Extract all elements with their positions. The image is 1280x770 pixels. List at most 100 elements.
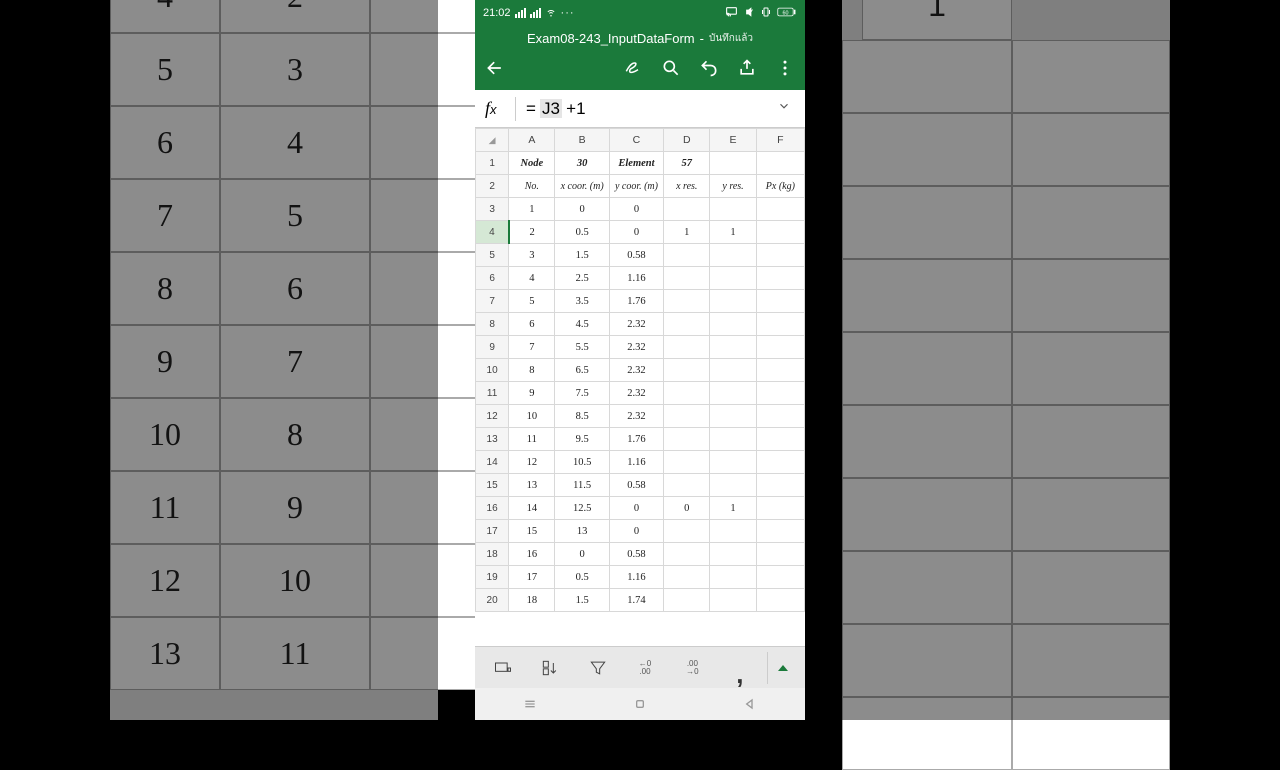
cell[interactable] bbox=[756, 382, 804, 405]
cell[interactable]: 6.5 bbox=[555, 359, 609, 382]
cell[interactable] bbox=[710, 428, 756, 451]
cell[interactable] bbox=[756, 244, 804, 267]
more-menu-icon[interactable] bbox=[775, 58, 795, 83]
cell[interactable]: 2.32 bbox=[609, 313, 663, 336]
cell[interactable] bbox=[664, 543, 710, 566]
cell[interactable] bbox=[664, 405, 710, 428]
cell[interactable] bbox=[756, 474, 804, 497]
cell[interactable]: 5.5 bbox=[555, 336, 609, 359]
cell[interactable] bbox=[710, 474, 756, 497]
home-button[interactable] bbox=[632, 696, 648, 712]
cell[interactable] bbox=[756, 198, 804, 221]
cell[interactable] bbox=[710, 589, 756, 612]
cell[interactable] bbox=[664, 382, 710, 405]
cell[interactable] bbox=[756, 451, 804, 474]
cell[interactable]: 14 bbox=[509, 497, 555, 520]
undo-icon[interactable] bbox=[699, 58, 719, 83]
row-header[interactable]: 12 bbox=[476, 405, 509, 428]
cell[interactable]: 1.5 bbox=[555, 244, 609, 267]
cell[interactable]: 0.58 bbox=[609, 244, 663, 267]
row-header[interactable]: 8 bbox=[476, 313, 509, 336]
row-header[interactable]: 15 bbox=[476, 474, 509, 497]
row-header[interactable]: 7 bbox=[476, 290, 509, 313]
row-header[interactable]: 3 bbox=[476, 198, 509, 221]
cell[interactable] bbox=[710, 451, 756, 474]
cell[interactable] bbox=[664, 359, 710, 382]
cell[interactable]: 1 bbox=[710, 497, 756, 520]
col-header-D[interactable]: D bbox=[664, 129, 710, 152]
cell[interactable] bbox=[664, 313, 710, 336]
row-header[interactable]: 2 bbox=[476, 175, 509, 198]
recents-button[interactable] bbox=[522, 696, 538, 712]
cell[interactable] bbox=[710, 405, 756, 428]
cell[interactable] bbox=[664, 451, 710, 474]
cell[interactable] bbox=[756, 359, 804, 382]
col-header-A[interactable]: A bbox=[509, 129, 555, 152]
cell[interactable] bbox=[756, 152, 804, 175]
cell[interactable] bbox=[664, 428, 710, 451]
cell[interactable]: 0 bbox=[609, 497, 663, 520]
cell[interactable]: 2.32 bbox=[609, 382, 663, 405]
cell[interactable]: 0 bbox=[609, 198, 663, 221]
cell[interactable]: 13 bbox=[509, 474, 555, 497]
cell[interactable]: 0 bbox=[555, 198, 609, 221]
cell[interactable] bbox=[756, 543, 804, 566]
sort-icon[interactable] bbox=[530, 652, 570, 684]
cell[interactable] bbox=[710, 566, 756, 589]
row-header[interactable]: 16 bbox=[476, 497, 509, 520]
cell[interactable]: 9 bbox=[509, 382, 555, 405]
cell[interactable] bbox=[756, 290, 804, 313]
cell[interactable]: 0.58 bbox=[609, 543, 663, 566]
cell[interactable]: Node bbox=[509, 152, 555, 175]
expand-toolbar-icon[interactable] bbox=[767, 652, 797, 684]
cell[interactable]: 3 bbox=[509, 244, 555, 267]
share-icon[interactable] bbox=[737, 58, 757, 83]
cell[interactable]: 11 bbox=[509, 428, 555, 451]
cell[interactable]: 9.5 bbox=[555, 428, 609, 451]
cell[interactable]: 30 bbox=[555, 152, 609, 175]
cell[interactable] bbox=[664, 520, 710, 543]
cell[interactable]: 10 bbox=[509, 405, 555, 428]
cell[interactable] bbox=[756, 221, 804, 244]
back-nav-button[interactable] bbox=[742, 696, 758, 712]
row-header[interactable]: 4 bbox=[476, 221, 509, 244]
cell[interactable] bbox=[710, 543, 756, 566]
cell[interactable]: 5 bbox=[509, 290, 555, 313]
cell[interactable]: 0.58 bbox=[609, 474, 663, 497]
row-header[interactable]: 5 bbox=[476, 244, 509, 267]
col-header-F[interactable]: F bbox=[756, 129, 804, 152]
formula-bar[interactable]: fx =J3 +1 bbox=[475, 90, 805, 128]
cell[interactable]: 57 bbox=[664, 152, 710, 175]
row-header[interactable]: 13 bbox=[476, 428, 509, 451]
cell[interactable] bbox=[710, 290, 756, 313]
row-header[interactable]: 20 bbox=[476, 589, 509, 612]
cell[interactable] bbox=[756, 267, 804, 290]
cell[interactable]: 0 bbox=[609, 221, 663, 244]
row-header[interactable]: 9 bbox=[476, 336, 509, 359]
cell[interactable]: 11.5 bbox=[555, 474, 609, 497]
cell[interactable]: 1.16 bbox=[609, 566, 663, 589]
cell[interactable] bbox=[756, 428, 804, 451]
cell[interactable] bbox=[756, 520, 804, 543]
cell[interactable]: x coor. (m) bbox=[555, 175, 609, 198]
cell[interactable] bbox=[710, 267, 756, 290]
cell[interactable] bbox=[664, 267, 710, 290]
cell[interactable]: 2 bbox=[509, 221, 555, 244]
cell[interactable]: 15 bbox=[509, 520, 555, 543]
cell[interactable]: 1.5 bbox=[555, 589, 609, 612]
cell[interactable] bbox=[710, 152, 756, 175]
select-all-corner[interactable] bbox=[476, 129, 509, 152]
cell[interactable]: 4 bbox=[509, 267, 555, 290]
formula-content[interactable]: =J3 +1 bbox=[526, 99, 777, 119]
row-header[interactable]: 17 bbox=[476, 520, 509, 543]
cell[interactable]: y res. bbox=[710, 175, 756, 198]
cell[interactable]: 12.5 bbox=[555, 497, 609, 520]
cell[interactable]: 1.16 bbox=[609, 267, 663, 290]
cell[interactable]: 3.5 bbox=[555, 290, 609, 313]
cell[interactable]: 1.76 bbox=[609, 428, 663, 451]
cell[interactable]: 8.5 bbox=[555, 405, 609, 428]
row-header[interactable]: 6 bbox=[476, 267, 509, 290]
cell[interactable] bbox=[710, 244, 756, 267]
cell[interactable] bbox=[664, 290, 710, 313]
cell[interactable] bbox=[664, 336, 710, 359]
